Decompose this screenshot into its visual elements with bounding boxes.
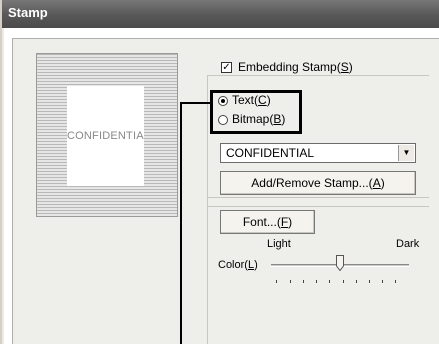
embedding-label-key: S — [340, 60, 349, 74]
font-button[interactable]: Font...(F) — [220, 210, 315, 234]
slider-min-label: Light — [267, 238, 291, 250]
color-label: Color(L) — [218, 259, 258, 271]
slider-max-label: Dark — [396, 238, 420, 250]
color-label-prefix: Color( — [218, 259, 248, 271]
preview-page: CONFIDENTIA — [67, 86, 144, 186]
slider-tick — [395, 280, 396, 283]
font-button-suffix: ) — [288, 215, 293, 229]
add-remove-suffix: ) — [380, 176, 385, 190]
title-bar[interactable]: Stamp — [2, 0, 439, 28]
callout-leader-horizontal — [180, 102, 210, 104]
check-icon: ✓ — [222, 62, 231, 73]
slider-tick — [276, 280, 277, 283]
embedding-stamp-checkbox[interactable]: ✓ — [221, 62, 232, 73]
window-title: Stamp — [8, 5, 48, 20]
slider-tick — [316, 280, 317, 283]
chevron-down-icon[interactable]: ▼ — [398, 145, 414, 161]
callout-highlight-box — [210, 90, 302, 134]
font-button-prefix: Font...( — [242, 215, 281, 229]
embedding-stamp-label[interactable]: Embedding Stamp(S) — [238, 60, 353, 74]
slider-tick — [290, 280, 291, 283]
stamp-select-value: CONFIDENTIAL — [226, 146, 315, 160]
slider-tick — [382, 280, 383, 283]
embedding-label-suffix: ) — [348, 60, 353, 74]
slider-tick — [356, 280, 357, 283]
slider-tick — [303, 280, 304, 283]
embedding-label-prefix: Embedding Stamp( — [238, 60, 341, 74]
slider-tick — [329, 280, 330, 283]
slider-tick — [343, 280, 344, 283]
color-slider-thumb[interactable] — [336, 255, 344, 271]
add-remove-prefix: Add/Remove Stamp...( — [251, 176, 373, 190]
add-remove-key: A — [372, 176, 381, 190]
color-label-suffix: ) — [254, 259, 258, 271]
callout-leader-vertical — [180, 102, 182, 344]
stamp-select[interactable]: CONFIDENTIAL ▼ — [220, 143, 416, 163]
preview-stamp-text: CONFIDENTIA — [67, 130, 144, 142]
font-button-key: F — [280, 215, 289, 229]
add-remove-stamp-button[interactable]: Add/Remove Stamp...(A) — [220, 171, 416, 195]
slider-tick — [369, 280, 370, 283]
